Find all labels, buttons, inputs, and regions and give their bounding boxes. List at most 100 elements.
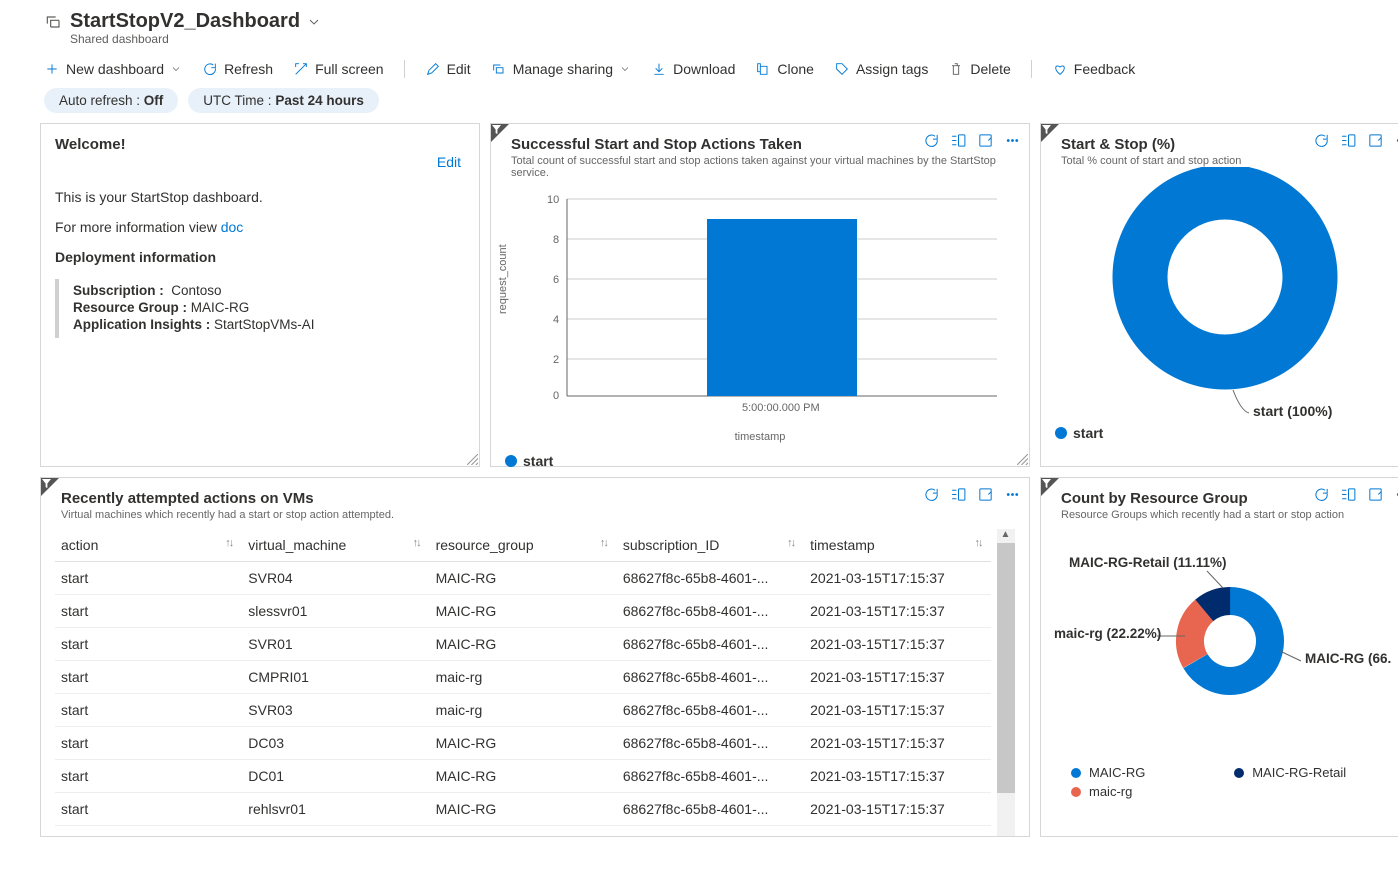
scrollbar[interactable]: ▲ ▼ [997, 529, 1015, 837]
table-cell: rehlsvr01 [242, 793, 429, 826]
table-row[interactable]: startslessvr01MAIC-RG68627f8c-65b8-4601-… [55, 595, 991, 628]
deployment-info-heading: Deployment information [55, 249, 465, 265]
more-icon[interactable] [1394, 132, 1398, 149]
assign-tags-label: Assign tags [856, 61, 928, 77]
filter-icon[interactable] [1041, 478, 1059, 496]
table-row[interactable]: startSVR01MAIC-RG68627f8c-65b8-4601-...2… [55, 628, 991, 661]
filter-icon[interactable] [1041, 124, 1059, 142]
clone-button[interactable]: Clone [755, 61, 814, 77]
new-dashboard-button[interactable]: New dashboard [44, 61, 182, 77]
table-row[interactable]: startCMPRI01maic-rg68627f8c-65b8-4601-..… [55, 661, 991, 694]
table-cell: 2021-03-15T17:15:37 [804, 826, 991, 838]
doc-link[interactable]: doc [221, 219, 244, 235]
table-cell: 2021-03-15T17:15:37 [804, 694, 991, 727]
refresh-icon[interactable] [1313, 486, 1330, 503]
donut-label-maic: MAIC-RG (66. [1305, 651, 1391, 666]
more-icon[interactable] [1004, 486, 1021, 503]
col-sid[interactable]: subscription_ID↑↓ [617, 529, 804, 562]
actions-chart-subtitle: Total count of successful start and stop… [511, 155, 1015, 179]
edit-button[interactable]: Edit [425, 61, 471, 77]
startstop-pct-subtitle: Total % count of start and stop action [1061, 155, 1398, 167]
resize-handle-icon[interactable] [467, 454, 478, 465]
table-cell: 2021-03-15T17:15:37 [804, 562, 991, 595]
table-cell: slessvr01 [242, 595, 429, 628]
y-axis-label: request_count [497, 244, 509, 314]
time-range-pill[interactable]: UTC Time : Past 24 hours [188, 88, 379, 113]
svg-text:2: 2 [553, 354, 559, 366]
subscription-value: Contoso [171, 283, 221, 298]
table-cell: DC03 [242, 727, 429, 760]
note-icon[interactable] [977, 486, 994, 503]
table-cell: 68627f8c-65b8-4601-... [617, 628, 804, 661]
note-icon[interactable] [1367, 486, 1384, 503]
auto-refresh-label: Auto refresh : [59, 93, 144, 108]
col-vm[interactable]: virtual_machine↑↓ [242, 529, 429, 562]
table-row[interactable]: startSVR04MAIC-RG68627f8c-65b8-4601-...2… [55, 562, 991, 595]
command-bar: New dashboard Refresh Full screen Edit M… [0, 52, 1398, 86]
table-cell: start [55, 595, 242, 628]
chart-legend: start [505, 453, 1015, 469]
svg-text:10: 10 [547, 194, 559, 206]
filter-icon[interactable] [41, 478, 59, 496]
clone-label: Clone [777, 61, 814, 77]
fullscreen-button[interactable]: Full screen [293, 61, 383, 77]
delete-button[interactable]: Delete [948, 61, 1010, 77]
table-cell: MAIC-RG [430, 826, 617, 838]
note-icon[interactable] [977, 132, 994, 149]
table-row[interactable]: startDC03MAIC-RG68627f8c-65b8-4601-...20… [55, 727, 991, 760]
download-button[interactable]: Download [651, 61, 735, 77]
bar-chart-svg: 10 8 6 4 2 0 5:00:00.000 PM [547, 189, 997, 419]
col-ts[interactable]: timestamp↑↓ [804, 529, 991, 562]
logs-icon[interactable] [1340, 132, 1357, 149]
col-rg[interactable]: resource_group↑↓ [430, 529, 617, 562]
table-cell: 2021-03-15T17:15:37 [804, 595, 991, 628]
manage-sharing-button[interactable]: Manage sharing [491, 61, 631, 77]
share-icon [491, 61, 507, 77]
chevron-down-icon [619, 63, 631, 75]
resize-handle-icon[interactable] [1017, 454, 1028, 465]
table-row[interactable]: startDC01MAIC-RG68627f8c-65b8-4601-...20… [55, 760, 991, 793]
trash-icon [948, 61, 964, 77]
table-row[interactable]: startSVR03maic-rg68627f8c-65b8-4601-...2… [55, 694, 991, 727]
chevron-down-icon[interactable] [306, 14, 322, 30]
logs-icon[interactable] [950, 132, 967, 149]
refresh-icon[interactable] [923, 486, 940, 503]
refresh-icon[interactable] [1313, 132, 1330, 149]
dashboard-title[interactable]: StartStopV2_Dashboard [70, 10, 300, 33]
resource-group-label: Resource Group : [73, 300, 191, 315]
edit-label: Edit [447, 61, 471, 77]
table-cell: 68627f8c-65b8-4601-... [617, 760, 804, 793]
table-row[interactable]: startDC02MAIC-RG68627f8c-65b8-4601-...20… [55, 826, 991, 838]
donut-svg [1055, 167, 1398, 417]
col-action[interactable]: action↑↓ [55, 529, 242, 562]
more-icon[interactable] [1394, 486, 1398, 503]
separator [404, 60, 405, 78]
feedback-button[interactable]: Feedback [1052, 61, 1135, 77]
refresh-icon [202, 61, 218, 77]
refresh-icon[interactable] [923, 132, 940, 149]
table-cell: MAIC-RG [430, 727, 617, 760]
note-icon[interactable] [1367, 132, 1384, 149]
filter-icon[interactable] [491, 124, 509, 142]
donut-label-maic-lc: maic-rg (22.22%) [1054, 626, 1161, 641]
table-row[interactable]: startrehlsvr01MAIC-RG68627f8c-65b8-4601-… [55, 793, 991, 826]
logs-icon[interactable] [950, 486, 967, 503]
donut-label-retail: MAIC-RG-Retail (11.11%) [1069, 555, 1227, 570]
auto-refresh-pill[interactable]: Auto refresh : Off [44, 88, 178, 113]
assign-tags-button[interactable]: Assign tags [834, 61, 928, 77]
logs-icon[interactable] [1340, 486, 1357, 503]
edit-link[interactable]: Edit [437, 154, 461, 170]
donut-chart: start (100%) [1055, 167, 1398, 415]
chart-legend: start [1055, 425, 1398, 441]
table-cell: 2021-03-15T17:15:37 [804, 628, 991, 661]
legend-swatch [1071, 768, 1081, 778]
refresh-button[interactable]: Refresh [202, 61, 273, 77]
more-icon[interactable] [1004, 132, 1021, 149]
chart-legend: MAIC-RG MAIC-RG-Retail maic-rg [1071, 765, 1398, 799]
scroll-thumb[interactable] [997, 543, 1015, 793]
welcome-text-2: For more information view doc [55, 219, 465, 235]
fullscreen-icon [293, 61, 309, 77]
legend-swatch [1071, 787, 1081, 797]
table-cell: 68627f8c-65b8-4601-... [617, 562, 804, 595]
legend-label: MAIC-RG-Retail [1252, 765, 1346, 780]
